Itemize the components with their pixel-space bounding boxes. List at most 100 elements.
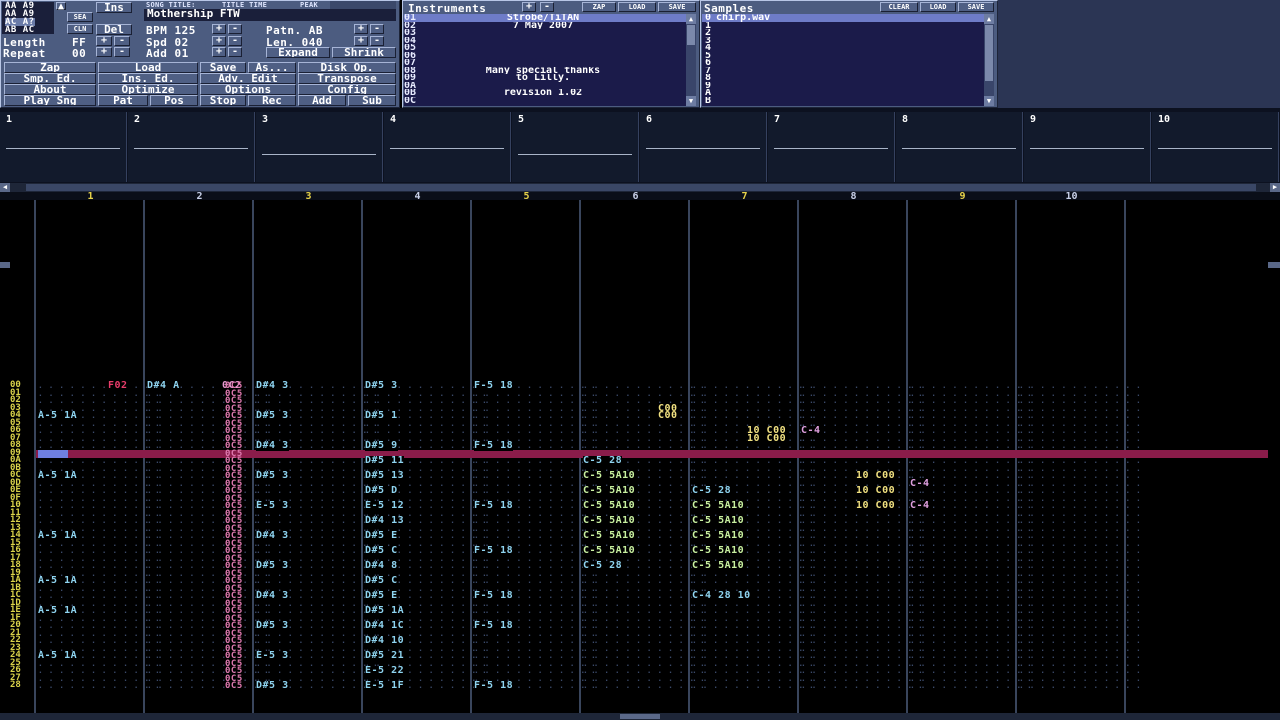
record-button[interactable]: Rec — [248, 95, 296, 106]
note-cell[interactable]: C-5 5A10 — [692, 501, 745, 511]
note-cell[interactable]: D#5 1A — [365, 606, 405, 616]
instrument-minus[interactable]: - — [540, 2, 554, 12]
note-cell[interactable]: 10 C00 — [747, 433, 787, 444]
add-minus[interactable]: - — [228, 47, 242, 57]
effect-cell[interactable]: 0C5 — [225, 681, 243, 691]
note-cell[interactable]: D#5 3 — [256, 561, 289, 571]
load-button[interactable]: Load — [98, 62, 198, 73]
sample-row[interactable]: A — [702, 89, 984, 97]
length-plus[interactable]: + — [96, 36, 112, 46]
sample-row[interactable]: B — [702, 97, 984, 105]
bottom-thumb[interactable] — [620, 714, 660, 719]
note-cell[interactable]: F-5 18 — [474, 381, 514, 391]
len-plus[interactable]: + — [354, 36, 368, 46]
note-cell[interactable]: D#5 3 — [256, 621, 289, 631]
note-cell[interactable]: C-5 5A10 — [583, 501, 636, 511]
length-minus[interactable]: - — [114, 36, 130, 46]
note-cell[interactable]: D#4 13 — [365, 516, 405, 526]
len-minus[interactable]: - — [370, 36, 384, 46]
config-button[interactable]: Config — [298, 84, 396, 95]
bottom-scrollbar[interactable] — [0, 713, 1280, 720]
note-cell[interactable]: F-5 18 — [474, 441, 514, 451]
channel-scroll-thumb[interactable] — [26, 184, 1256, 191]
scroll-up-icon[interactable]: ▲ — [686, 14, 696, 24]
instrument-row[interactable]: 0C — [404, 97, 686, 105]
scroll-thumb[interactable] — [687, 25, 695, 45]
note-cell[interactable]: F-5 18 — [474, 621, 514, 631]
note-cell[interactable]: F02 — [108, 381, 128, 391]
note-cell[interactable]: C-4 — [910, 478, 930, 489]
instrument-row[interactable]: 0A — [404, 82, 686, 90]
instrument-row[interactable]: 07 — [404, 59, 686, 67]
channel-scroll-right-icon[interactable]: ▶ — [1270, 183, 1280, 192]
instrument-scrollbar[interactable]: ▲ ▼ — [686, 14, 696, 106]
instrument-row[interactable]: 08 Many special thanks — [404, 67, 686, 75]
channel-scroll-left-icon[interactable]: ◀ — [0, 183, 10, 192]
sample-load-button[interactable]: LOAD — [920, 2, 956, 12]
note-cell[interactable]: C-5 5A10 — [692, 561, 745, 571]
channel-scope-2[interactable]: 2 — [128, 112, 255, 182]
note-cell[interactable]: D#4 1C — [365, 621, 405, 631]
note-cell[interactable]: 10 C00 — [856, 501, 896, 511]
spd-plus[interactable]: + — [212, 36, 226, 46]
scroll-down-icon[interactable]: ▼ — [686, 96, 696, 106]
note-cell[interactable]: A-5 1A — [38, 576, 78, 586]
sample-row[interactable]: 5 — [702, 52, 984, 60]
note-cell[interactable]: E-5 1F — [365, 681, 405, 691]
note-cell[interactable]: D#4 3 — [256, 381, 289, 391]
instrument-row[interactable]: 02 7 May 2007 — [404, 22, 686, 30]
play-position-button[interactable]: Pos — [150, 95, 198, 106]
note-cell[interactable]: C-5 5A10 — [583, 471, 636, 481]
note-cell[interactable]: C-5 5A10 — [692, 546, 745, 556]
shrink-button[interactable]: Shrink — [332, 47, 396, 58]
left-scroll-marker[interactable] — [0, 262, 10, 268]
sample-save-button[interactable]: SAVE — [958, 2, 994, 12]
note-cell[interactable]: D#4 3 — [256, 531, 289, 541]
sample-row[interactable]: 4 — [702, 44, 984, 52]
patn-plus[interactable]: + — [354, 24, 368, 34]
instrument-row[interactable]: 0B revision 1.02 — [404, 89, 686, 97]
channel-scrollbar[interactable]: ◀ ▶ — [0, 183, 1280, 192]
note-cell[interactable]: D#5 E — [365, 591, 398, 601]
sample-scroll-thumb[interactable] — [985, 25, 993, 81]
note-cell[interactable]: C00 — [658, 411, 678, 421]
right-scroll-marker[interactable] — [1268, 262, 1280, 268]
note-cell[interactable]: D#4 10 — [365, 636, 405, 646]
channel-scope-8[interactable]: 8 — [896, 112, 1023, 182]
note-cell[interactable]: A-5 1A — [38, 651, 78, 661]
note-cell[interactable]: D#5 D — [365, 486, 398, 496]
sample-row[interactable]: 1 — [702, 22, 984, 30]
disk-op-button[interactable]: Disk Op. — [298, 62, 396, 73]
instrument-plus[interactable]: + — [522, 2, 536, 12]
sample-row[interactable]: 0 chirp.wav — [702, 14, 984, 22]
sample-scroll-down-icon[interactable]: ▼ — [984, 96, 994, 106]
note-cell[interactable]: E-5 22 — [365, 666, 405, 676]
sample-scroll-up-icon[interactable]: ▲ — [984, 14, 994, 24]
note-cell[interactable]: D#5 3 — [256, 681, 289, 691]
cln-button[interactable]: CLN — [67, 24, 93, 34]
note-cell[interactable]: A-5 1A — [38, 471, 78, 481]
note-cell[interactable]: A-5 1A — [38, 531, 78, 541]
note-cell[interactable]: E-5 12 — [365, 501, 405, 511]
note-cell[interactable]: C-5 28 — [583, 456, 623, 466]
sample-row[interactable]: 3 — [702, 37, 984, 45]
note-cell[interactable]: C-5 5A10 — [692, 516, 745, 526]
instrument-row[interactable]: 05 — [404, 44, 686, 52]
about-button[interactable]: About — [4, 84, 96, 95]
note-cell[interactable]: 10 C00 — [856, 486, 896, 496]
note-cell[interactable]: C-5 28 — [583, 561, 623, 571]
repeat-minus[interactable]: - — [114, 47, 130, 57]
channel-scope-9[interactable]: 9 — [1024, 112, 1151, 182]
channel-scope-3[interactable]: 3 — [256, 112, 383, 182]
note-cell[interactable]: D#5 21 — [365, 651, 405, 661]
channel-scope-1[interactable]: 1 — [0, 112, 127, 182]
channel-scope-6[interactable]: 6 — [640, 112, 767, 182]
zap-button[interactable]: Zap — [4, 62, 96, 73]
del-button[interactable]: Del — [96, 24, 132, 35]
play-pattern-button[interactable]: Pat — [98, 95, 148, 106]
note-cell[interactable]: 10 C00 — [856, 471, 896, 481]
note-cell[interactable]: C-5 5A10 — [583, 531, 636, 541]
spd-minus[interactable]: - — [228, 36, 242, 46]
repeat-plus[interactable]: + — [96, 47, 112, 57]
sample-clear-button[interactable]: CLEAR — [880, 2, 918, 12]
